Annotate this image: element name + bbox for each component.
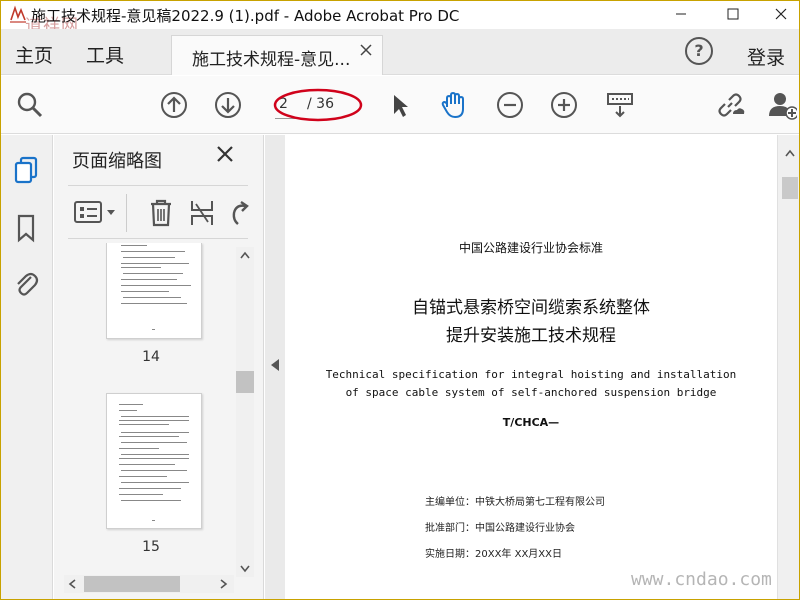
minimize-button[interactable]: [661, 1, 701, 27]
document-viewport: 中国公路建设行业协会标准 自锚式悬索桥空间缆索系统整体 提升安装施工技术规程 T…: [285, 135, 777, 599]
tab-document-label: 施工技术规程-意见...: [192, 50, 351, 70]
title-bar: 道祥网 施工技术规程-意见稿2022.9 (1).pdf - Adobe Acr…: [1, 1, 799, 36]
thumbnail-horizontal-scrollbar[interactable]: [64, 575, 234, 593]
doc-meta-approver: 批准部门：中国公路建设行业协会: [425, 523, 575, 534]
panel-collapse-strip[interactable]: [265, 135, 285, 599]
doc-title-line-1: 自锚式悬索桥空间缆索系统整体: [412, 298, 650, 318]
add-user-icon[interactable]: [767, 90, 797, 120]
minimize-icon: [676, 13, 686, 15]
thumbnail-vertical-scroll-thumb[interactable]: [236, 371, 254, 393]
help-button[interactable]: ?: [685, 37, 713, 65]
zoom-out-icon[interactable]: [495, 90, 525, 120]
red-annotation-ellipse: [273, 88, 363, 122]
rotate-page-icon[interactable]: [228, 198, 250, 228]
thumbnail-list: 14 15: [68, 243, 234, 573]
toolbar: 2 / 36: [1, 76, 799, 134]
nav-tools[interactable]: 工具: [86, 41, 124, 68]
thumbnails-panel: 页面缩略图 14 15: [54, 135, 264, 599]
thumbnail-options-icon[interactable]: [74, 200, 118, 226]
watermark-bottom: www.cndao.com: [631, 569, 772, 590]
extract-page-icon[interactable]: [188, 198, 216, 228]
doc-meta-editor: 主编单位：中铁大桥局第七工程有限公司: [425, 497, 605, 508]
document-vertical-scrollbar[interactable]: [777, 135, 799, 599]
window-title: 施工技术规程-意见稿2022.9 (1).pdf - Adobe Acrobat…: [31, 7, 460, 25]
next-page-icon[interactable]: [213, 90, 243, 120]
toolbar-divider: [126, 194, 127, 232]
login-button[interactable]: 登录: [747, 43, 785, 70]
keyboard-scroll-icon[interactable]: [605, 90, 635, 120]
zoom-in-icon[interactable]: [549, 90, 579, 120]
doc-meta-date: 实施日期：20XX年 XX月XX日: [425, 549, 563, 560]
panel-toolbar: [68, 185, 250, 239]
tab-bar: 主页 工具 施工技术规程-意见... ? 登录: [1, 29, 799, 75]
question-mark-icon: ?: [694, 41, 704, 60]
acrobat-window: 道祥网 施工技术规程-意见稿2022.9 (1).pdf - Adobe Acr…: [0, 0, 800, 600]
delete-page-icon[interactable]: [148, 198, 174, 228]
doc-organization: 中国公路建设行业协会标准: [458, 241, 603, 255]
scroll-right-arrow-icon[interactable]: [220, 579, 228, 589]
hand-tool-icon[interactable]: [439, 90, 469, 120]
thumbnail-page-14[interactable]: [106, 243, 202, 339]
thumbnail-number-15: 15: [142, 539, 160, 555]
search-zoom-icon[interactable]: [15, 90, 45, 120]
maximize-icon: [727, 8, 739, 20]
thumbnail-number-14: 14: [142, 349, 160, 365]
doc-english-title-line-2: of space cable system of self-anchored s…: [345, 386, 717, 399]
doc-title-line-2: 提升安装施工技术规程: [446, 326, 616, 346]
close-icon: [775, 8, 787, 20]
doc-standard-code: T/CHCA—: [502, 416, 560, 429]
document-scroll-thumb[interactable]: [782, 177, 798, 199]
document-page: 中国公路建设行业协会标准 自锚式悬索桥空间缆索系统整体 提升安装施工技术规程 T…: [285, 135, 777, 599]
share-link-icon[interactable]: [715, 90, 745, 120]
scroll-up-arrow-icon[interactable]: [240, 251, 250, 259]
select-arrow-icon[interactable]: [385, 90, 415, 120]
attachments-icon[interactable]: [12, 269, 40, 299]
bookmarks-icon[interactable]: [12, 213, 40, 243]
thumbnail-page-15[interactable]: [106, 393, 202, 529]
panel-close-icon[interactable]: [216, 145, 234, 163]
thumbnail-horizontal-scroll-thumb[interactable]: [84, 576, 180, 592]
left-navigation-rail: [1, 135, 53, 599]
scroll-left-arrow-icon[interactable]: [68, 579, 76, 589]
tab-document[interactable]: 施工技术规程-意见...: [171, 35, 383, 75]
panel-title: 页面缩略图: [72, 151, 162, 172]
nav-home[interactable]: 主页: [15, 41, 53, 68]
page-thumbnails-icon[interactable]: [12, 155, 40, 185]
close-window-button[interactable]: [761, 1, 799, 27]
thumbnail-vertical-scrollbar[interactable]: [236, 247, 254, 577]
doc-english-title-line-1: Technical specification for integral hoi…: [325, 368, 737, 381]
scroll-down-arrow-icon[interactable]: [240, 565, 250, 573]
tab-close-icon[interactable]: [360, 44, 372, 56]
prev-page-icon[interactable]: [159, 90, 189, 120]
collapse-left-arrow-icon[interactable]: [271, 359, 279, 371]
maximize-button[interactable]: [713, 1, 753, 27]
doc-scroll-up-arrow-icon[interactable]: [785, 149, 795, 157]
